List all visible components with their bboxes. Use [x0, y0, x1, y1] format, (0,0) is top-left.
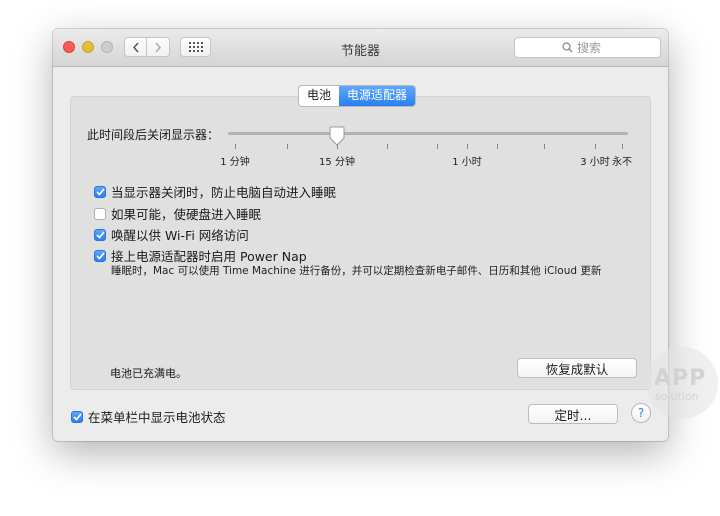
- search-icon: [562, 42, 573, 53]
- tick-label-1hour: 1 小时: [452, 157, 482, 168]
- help-button[interactable]: ?: [631, 403, 651, 423]
- search-input[interactable]: [577, 40, 613, 55]
- tick-label-never: 永不: [612, 157, 632, 168]
- option-label: 当显示器关闭时，防止电脑自动进入睡眠: [111, 185, 337, 200]
- slider-tick: [497, 144, 498, 149]
- option-wake-wifi[interactable]: 唤醒以供 Wi-Fi 网络访问: [94, 225, 249, 244]
- slider-tick: [595, 144, 596, 149]
- tick-label-1min: 1 分钟: [220, 157, 250, 168]
- watermark-text: APP: [654, 366, 707, 391]
- slider-tick: [337, 144, 338, 149]
- slider-tick: [622, 144, 623, 149]
- display-sleep-label: 此时间段后关闭显示器：: [87, 128, 220, 142]
- power-nap-description: 睡眠时，Mac 可以使用 Time Machine 进行备份，并可以定期检查新电…: [111, 265, 602, 277]
- title-bar: 节能器: [53, 29, 668, 67]
- slider-tick: [467, 144, 468, 149]
- display-sleep-slider-track[interactable]: [228, 132, 628, 135]
- checkbox-checked[interactable]: [94, 228, 106, 241]
- slider-tick: [437, 144, 438, 149]
- option-label: 在菜单栏中显示电池状态: [88, 410, 226, 425]
- option-show-battery-menubar[interactable]: 在菜单栏中显示电池状态: [71, 407, 226, 426]
- checkmark-icon: [95, 230, 105, 239]
- slider-tick: [544, 144, 545, 149]
- tab-battery[interactable]: 电池: [299, 86, 339, 106]
- watermark-subtext: solution: [655, 390, 699, 403]
- checkbox-checked[interactable]: [71, 410, 83, 423]
- schedule-button[interactable]: 定时...: [528, 404, 618, 424]
- slider-tick: [235, 144, 236, 149]
- option-label: 唤醒以供 Wi-Fi 网络访问: [111, 228, 249, 243]
- checkmark-icon: [95, 187, 105, 196]
- option-prevent-sleep[interactable]: 当显示器关闭时，防止电脑自动进入睡眠: [94, 182, 336, 201]
- search-field[interactable]: [514, 37, 661, 58]
- option-label: 如果可能，使硬盘进入睡眠: [111, 207, 262, 222]
- checkbox-checked[interactable]: [94, 185, 106, 198]
- slider-tick: [387, 144, 388, 149]
- restore-defaults-button[interactable]: 恢复成默认: [517, 358, 637, 378]
- checkmark-icon: [72, 412, 82, 421]
- option-disk-sleep[interactable]: 如果可能，使硬盘进入睡眠: [94, 204, 261, 223]
- energy-saver-window: 节能器 电池 电源适配器 此时间段后关闭显示器： 1 分钟 15 分钟 1 小时…: [53, 29, 668, 441]
- tick-label-15min: 15 分钟: [319, 157, 355, 168]
- display-sleep-slider-knob[interactable]: [329, 126, 345, 146]
- checkbox-unchecked[interactable]: [94, 207, 106, 220]
- slider-tick: [287, 144, 288, 149]
- tab-segmented-control: 电池 电源适配器: [298, 85, 417, 107]
- battery-status-text: 电池已充满电。: [110, 367, 187, 380]
- checkmark-icon: [95, 251, 105, 260]
- tick-label-3hours: 3 小时: [580, 157, 610, 168]
- checkbox-checked[interactable]: [94, 249, 106, 262]
- tab-power-adapter[interactable]: 电源适配器: [339, 86, 416, 106]
